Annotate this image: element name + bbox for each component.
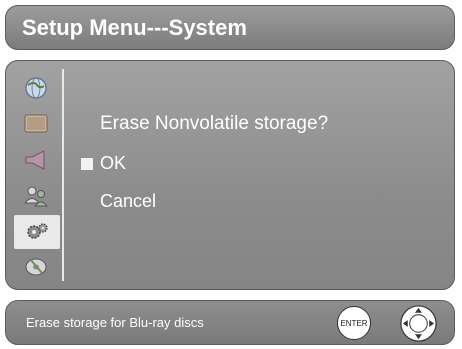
enter-button-label: ENTER	[340, 318, 368, 328]
globe-icon	[25, 77, 47, 99]
ok-option[interactable]: OK	[100, 153, 126, 174]
sidebar-item-display[interactable]	[20, 109, 52, 139]
sidebar-item-language[interactable]	[20, 73, 52, 103]
title-bar: Setup Menu---System	[5, 5, 455, 50]
page-title: Setup Menu---System	[22, 15, 247, 40]
status-bar: Erase storage for Blu-ray discs ENTER	[5, 300, 455, 345]
enter-button[interactable]: ENTER	[337, 306, 371, 340]
main-panel: Erase Nonvolatile storage? OK Cancel	[5, 60, 455, 290]
speaker-icon	[25, 150, 45, 170]
sidebar-item-audio[interactable]	[20, 145, 52, 175]
sidebar-item-parental[interactable]	[20, 181, 52, 211]
sidebar-item-disc[interactable]	[20, 251, 52, 281]
display-icon	[24, 114, 48, 133]
dialog-question: Erase Nonvolatile storage?	[100, 113, 329, 134]
parental-users-icon	[23, 186, 49, 207]
gears-icon	[27, 223, 48, 239]
sidebar	[14, 69, 64, 281]
status-help-text: Erase storage for Blu-ray discs	[26, 315, 204, 330]
sidebar-item-system[interactable]	[14, 215, 60, 249]
navigation-dpad-icon[interactable]	[399, 304, 438, 343]
disc-icon	[25, 258, 47, 276]
selection-indicator	[81, 158, 93, 170]
cancel-option[interactable]: Cancel	[100, 191, 156, 212]
